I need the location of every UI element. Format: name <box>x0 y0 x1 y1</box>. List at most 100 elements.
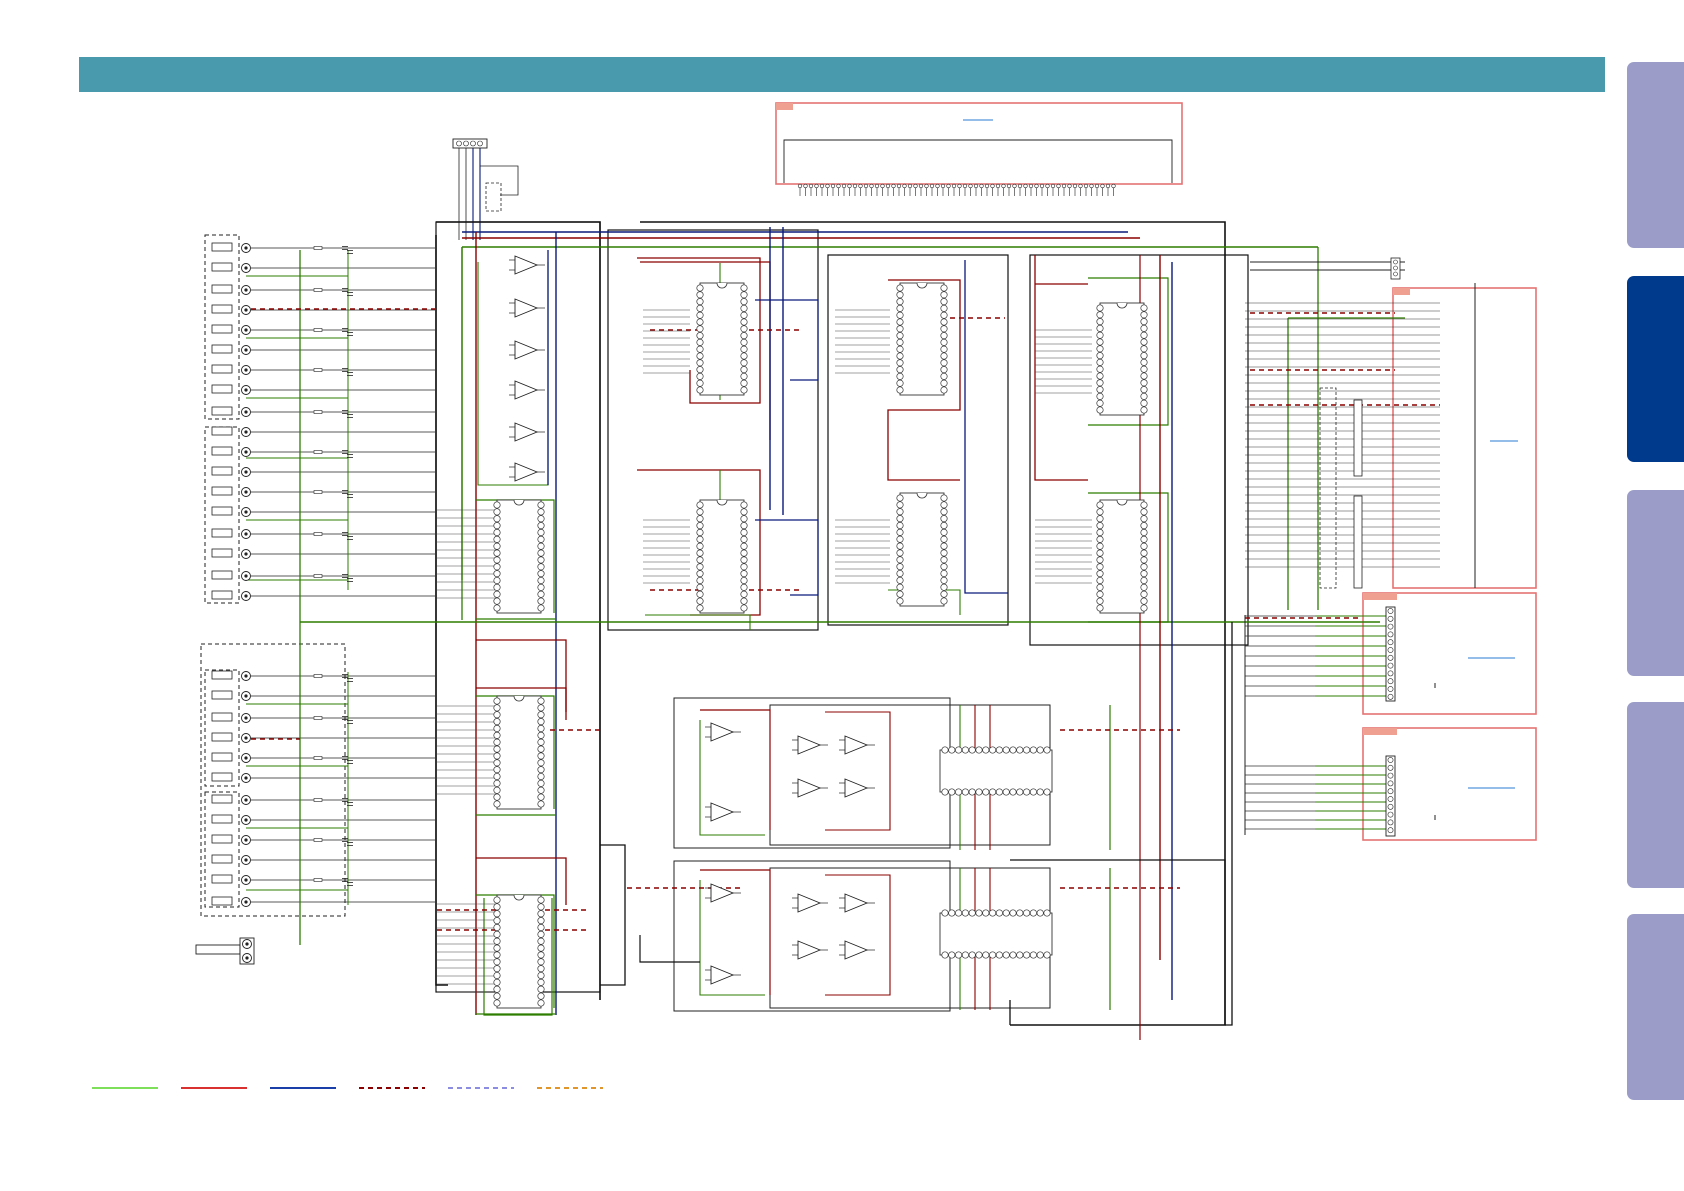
ic-pin <box>696 352 704 360</box>
connector-pin <box>847 183 852 189</box>
ic-pin <box>537 978 545 986</box>
ic-pin <box>537 724 545 733</box>
wire <box>639 935 700 963</box>
ic-pin <box>1043 788 1051 796</box>
ic-pin <box>1096 542 1104 550</box>
ic-pin <box>1096 386 1104 394</box>
connector-pin <box>979 183 984 189</box>
ic-pin <box>940 590 948 598</box>
op-amp-triangle <box>514 462 539 482</box>
ic-pin <box>493 772 501 781</box>
connector-pin <box>858 183 863 189</box>
ic-pin <box>696 379 704 387</box>
rca-jack-icon <box>241 713 251 723</box>
ic-pin <box>537 522 545 530</box>
ic-pin <box>696 597 704 605</box>
ic-pin <box>1043 909 1051 917</box>
ic-pin <box>740 563 748 571</box>
ic-pin <box>1140 501 1148 509</box>
ic-pin <box>1140 528 1148 537</box>
ic-pin <box>696 570 704 578</box>
rca-jack-icon <box>241 733 251 743</box>
ic-pin <box>537 965 545 973</box>
ic-pin <box>1096 365 1104 373</box>
connector-pin <box>940 183 946 189</box>
ic-pin <box>493 793 501 801</box>
ic-pin <box>1029 909 1037 917</box>
connector-pin <box>891 183 896 189</box>
ic-pin <box>696 304 704 312</box>
ic-pin <box>696 332 704 340</box>
ic-pin <box>989 951 997 959</box>
jack-socket-icon <box>211 506 233 516</box>
ic-pin <box>896 535 904 543</box>
ic-pin <box>493 985 501 993</box>
ic-pin <box>1140 563 1148 571</box>
connector-pin <box>1387 827 1394 834</box>
dashed-resistor-array <box>1319 387 1337 589</box>
ic-pin <box>896 372 904 380</box>
rca-jack-icon <box>241 571 251 581</box>
ic-pin <box>493 556 501 564</box>
ic-pin <box>696 501 704 509</box>
ic-chip-body <box>939 912 1053 956</box>
ic-pin <box>537 923 545 932</box>
ic-pin <box>493 930 501 938</box>
op-amp-icon <box>792 940 828 960</box>
op-amp-icon <box>705 722 741 742</box>
connector-pin <box>1078 183 1083 189</box>
ic-pin <box>537 958 545 966</box>
ic-pin <box>537 549 545 557</box>
ic-pin <box>961 746 969 754</box>
ic-pin <box>740 535 748 543</box>
ic-pin <box>493 570 501 578</box>
jack-socket-icon <box>211 262 233 272</box>
ic-pin <box>493 992 501 1000</box>
ic-pin <box>1096 556 1104 564</box>
resistor-icon <box>313 368 323 372</box>
ic-pin <box>1036 746 1044 754</box>
connector-pin <box>463 140 469 147</box>
ic-pin <box>493 576 501 585</box>
ic-chip-left-3 <box>493 894 545 1009</box>
jack-center <box>244 674 248 678</box>
ic-pin <box>1016 951 1024 959</box>
input-jack-subgroup-b <box>204 791 240 908</box>
ic-chip-dac-1 <box>939 746 1053 796</box>
ic-pin <box>1043 951 1051 959</box>
rca-jack-icon <box>241 507 251 517</box>
ic-pin <box>1140 338 1148 346</box>
ic-pin <box>1096 528 1104 537</box>
ic-pin <box>982 909 990 917</box>
connector-pin <box>1056 183 1061 189</box>
ic-pin <box>1096 576 1104 585</box>
ic-pin <box>1096 345 1104 353</box>
wire <box>755 299 819 381</box>
ic-pin <box>696 298 704 306</box>
op-amp-icon <box>839 778 875 798</box>
ic-pin <box>493 501 501 509</box>
ic-pin <box>696 522 704 530</box>
ic-pin <box>1096 399 1104 407</box>
ic-pin <box>1096 508 1104 516</box>
ic-pin <box>940 386 948 394</box>
ic-pin <box>493 731 501 739</box>
ic-pin <box>696 542 704 550</box>
jack-socket-icon <box>211 364 233 374</box>
ic-pin <box>696 549 704 557</box>
connector-pin <box>1387 678 1394 685</box>
ic-pin <box>989 788 997 796</box>
op-amp-triangle <box>797 940 822 960</box>
ic-pin <box>1023 951 1031 959</box>
ic-pin <box>1043 746 1051 754</box>
ic-pin <box>896 359 904 367</box>
ic-pin <box>537 535 545 543</box>
connector-pin <box>852 183 858 189</box>
connector-pin <box>1387 772 1394 779</box>
ic-pin <box>696 359 704 367</box>
headphone-jack-icon <box>195 944 241 955</box>
ic-pin <box>493 999 501 1007</box>
ic-pin <box>1140 583 1148 591</box>
main-bus <box>435 235 448 986</box>
ic-chip-body <box>899 282 945 396</box>
